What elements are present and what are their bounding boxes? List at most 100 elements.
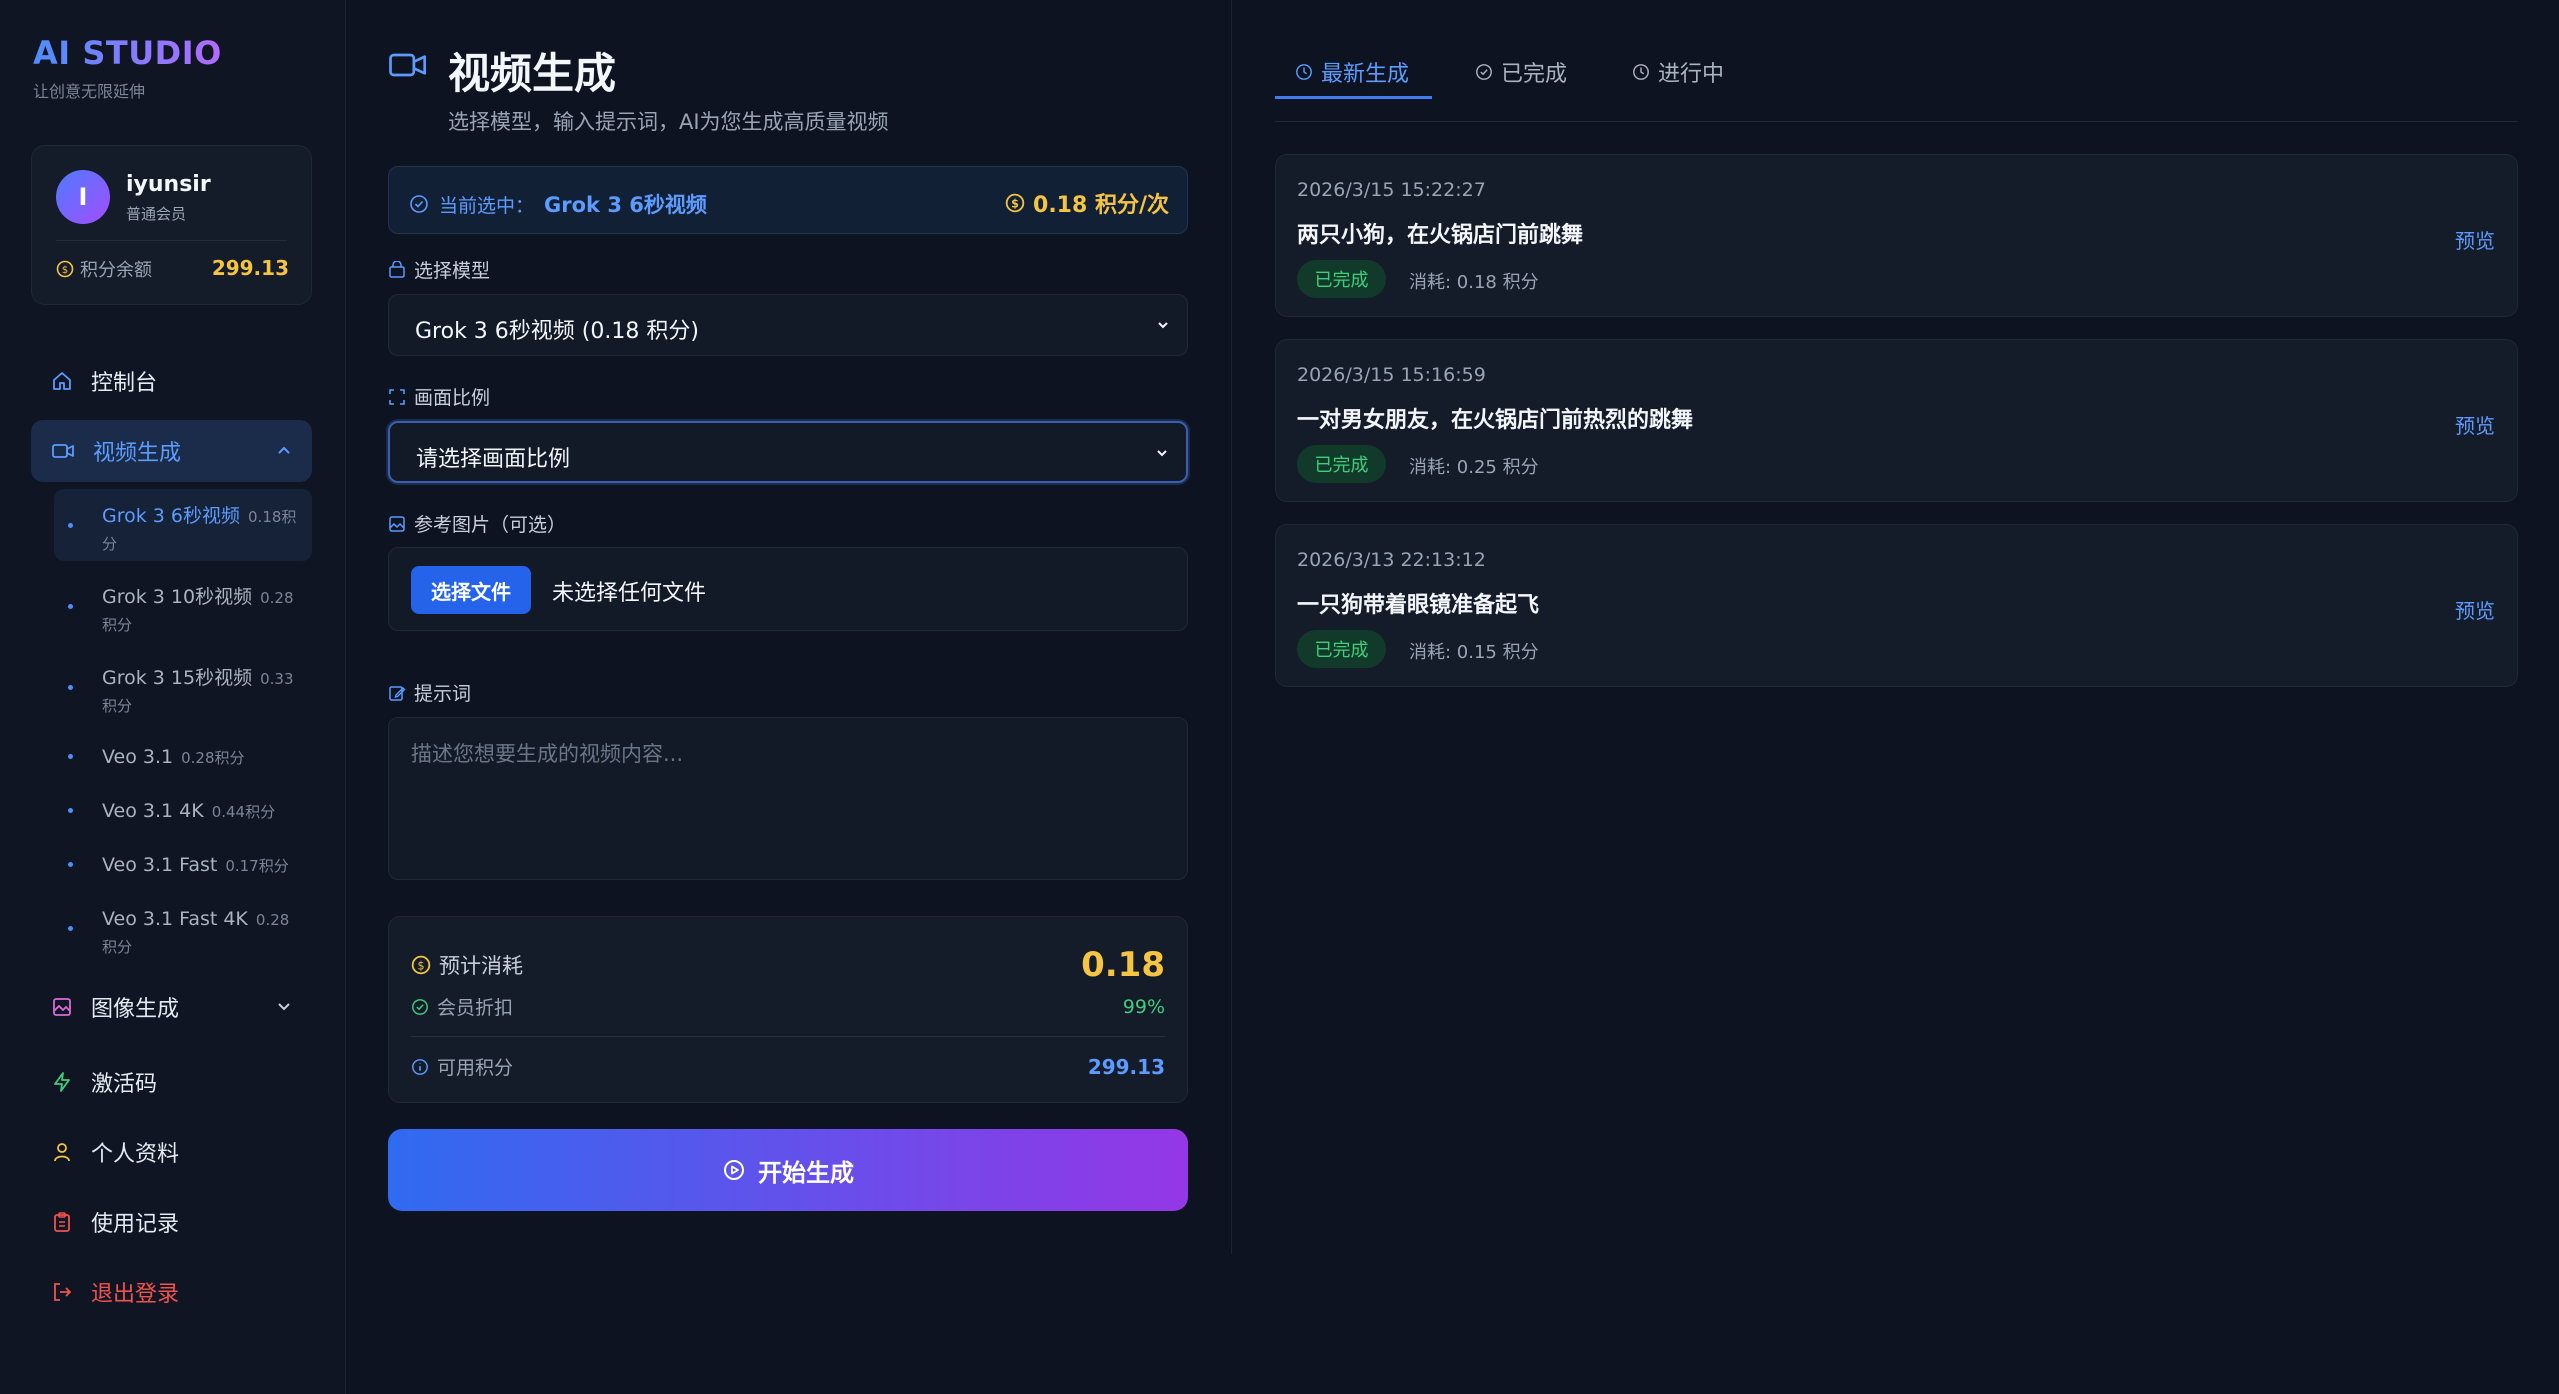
preview-link[interactable]: 预览 (2455, 595, 2495, 624)
history-tabs: 最新生成 已完成 进行中 (1275, 50, 2518, 122)
nav-activation-label: 激活码 (91, 1072, 158, 1097)
nav-logout[interactable]: 退出登录 (31, 1261, 312, 1323)
video-icon (52, 444, 74, 458)
choose-file-button[interactable]: 选择文件 (411, 566, 531, 614)
clipboard-icon (54, 1212, 70, 1232)
submenu-item-cost: 0.17积分 (225, 857, 289, 875)
prompt-textarea[interactable]: 描述您想要生成的视频内容... (388, 717, 1188, 880)
ratio-label: 画面比例 (388, 383, 490, 410)
record-cost: 消耗: 0.18 积分 (1409, 272, 1539, 293)
discount-label: 会员折扣 (437, 997, 514, 1019)
preview-link[interactable]: 预览 (2455, 225, 2495, 254)
user-role: 普通会员 (126, 205, 187, 223)
status-badge: 已完成 (1297, 630, 1386, 668)
tab-latest-label: 最新生成 (1321, 62, 1410, 87)
record-title: 两只小狗，在火锅店门前跳舞 (1297, 223, 1584, 248)
nav-image-label: 图像生成 (91, 997, 180, 1022)
svg-text:$: $ (417, 959, 424, 972)
nav-profile[interactable]: 个人资料 (31, 1121, 312, 1183)
divider (56, 240, 287, 241)
home-icon (53, 372, 71, 390)
avail-value: 299.13 (1087, 1054, 1165, 1079)
balance-value: 299.13 (211, 256, 289, 280)
nav-logout-label: 退出登录 (91, 1282, 180, 1307)
selected-price: $ 0.18 积分/次 (1005, 187, 1169, 219)
nav-video-label: 视频生成 (93, 441, 182, 466)
bullet-icon (68, 523, 73, 528)
generate-button-label: 开始生成 (758, 1158, 854, 1187)
bullet-icon (68, 862, 73, 867)
submenu-item-name: Grok 3 6秒视频 (102, 505, 241, 527)
tab-latest[interactable]: 最新生成 (1295, 56, 1409, 88)
file-status: 未选择任何文件 (552, 581, 707, 606)
brand-title: AI STUDIO (33, 34, 222, 72)
chevron-down-icon (1157, 450, 1167, 457)
submenu-item-veo31-fast-4k[interactable]: Veo 3.1 Fast 4K 0.28积分 (54, 892, 312, 964)
model-select[interactable]: Grok 3 6秒视频 (0.18 积分) (388, 294, 1188, 356)
est-row: $ 预计消耗 0.18 (411, 945, 1165, 985)
status-badge: 已完成 (1297, 260, 1386, 298)
selected-prefix: 当前选中： (439, 194, 535, 217)
submenu-item-veo31[interactable]: Veo 3.1 0.28积分 (54, 730, 312, 782)
submenu-item-name: Grok 3 10秒视频 (102, 586, 253, 608)
nav-history-label: 使用记录 (91, 1212, 180, 1237)
submenu-item-cost: 0.44积分 (211, 803, 276, 821)
info-icon (412, 1058, 428, 1075)
submenu-item-name: Veo 3.1 (102, 746, 174, 768)
generate-button[interactable]: 开始生成 (388, 1129, 1188, 1211)
tab-completed-label: 已完成 (1501, 62, 1568, 87)
model-select-value: Grok 3 6秒视频 (0.18 积分) (415, 319, 699, 344)
tab-in-progress-label: 进行中 (1658, 62, 1725, 87)
discount-row: 会员折扣 99% (411, 993, 1165, 1020)
record-card: 2026/3/13 22:13:12 一只狗带着眼镜准备起飞 已完成 消耗: 0… (1275, 524, 2518, 687)
user-icon (54, 1143, 70, 1162)
balance-label: 积分余额 (80, 260, 152, 281)
ratio-select[interactable]: 请选择画面比例 (388, 421, 1188, 483)
record-time: 2026/3/13 22:13:12 (1297, 549, 1486, 571)
clock-icon (1633, 64, 1649, 80)
record-card: 2026/3/15 15:16:59 一对男女朋友，在火锅店门前热烈的跳舞 已完… (1275, 339, 2518, 502)
submenu-item-veo31-4k[interactable]: Veo 3.1 4K 0.44积分 (54, 784, 312, 836)
model-label: 选择模型 (388, 256, 490, 283)
submenu-item-grok3-6s[interactable]: Grok 3 6秒视频 0.18积分 (54, 489, 312, 561)
submenu-item-veo31-fast[interactable]: Veo 3.1 Fast 0.17积分 (54, 838, 312, 890)
chevron-down-icon (278, 1003, 290, 1011)
nav-history[interactable]: 使用记录 (31, 1191, 312, 1253)
avatar: I (56, 170, 110, 224)
nav-dashboard[interactable]: 控制台 (31, 350, 312, 412)
submenu-item-grok3-10s[interactable]: Grok 3 10秒视频 0.28积分 (54, 570, 312, 642)
preview-link[interactable]: 预览 (2455, 410, 2495, 439)
submenu-item-name: Grok 3 15秒视频 (102, 667, 253, 689)
nav-image[interactable]: 图像生成 (31, 976, 312, 1038)
record-cost: 消耗: 0.15 积分 (1409, 642, 1539, 663)
avail-label: 可用积分 (437, 1057, 514, 1079)
tab-completed[interactable]: 已完成 (1475, 56, 1567, 88)
record-card: 2026/3/15 15:22:27 两只小狗，在火锅店门前跳舞 已完成 消耗:… (1275, 154, 2518, 317)
ratio-select-value: 请选择画面比例 (416, 447, 571, 472)
divider (1231, 0, 1232, 1254)
prompt-placeholder: 描述您想要生成的视频内容... (411, 742, 684, 766)
check-circle-icon (410, 195, 428, 213)
svg-text:$: $ (1011, 197, 1019, 210)
nav-video[interactable]: 视频生成 (31, 420, 312, 482)
coin-icon: $ (56, 260, 74, 278)
file-input: 选择文件 未选择任何文件 (388, 547, 1188, 631)
divider (411, 1036, 1165, 1037)
page-title: 视频生成 (448, 49, 617, 98)
est-label: 预计消耗 (439, 954, 523, 978)
user-card: I iyunsir 普通会员 $ 积分余额 299.13 (31, 145, 312, 305)
image-icon (53, 998, 71, 1016)
record-cost: 消耗: 0.25 积分 (1409, 457, 1539, 478)
nav-activation[interactable]: 激活码 (31, 1051, 312, 1113)
brand: AI STUDIO 让创意无限延伸 (33, 34, 222, 102)
tab-in-progress[interactable]: 进行中 (1632, 56, 1724, 88)
discount-value: 99% (1122, 995, 1165, 1018)
record-time: 2026/3/15 15:16:59 (1297, 364, 1486, 386)
expand-icon (389, 388, 405, 405)
chevron-down-icon (1158, 322, 1168, 329)
chevron-up-icon (278, 446, 290, 454)
bullet-icon (68, 808, 73, 813)
submenu-item-grok3-15s[interactable]: Grok 3 15秒视频 0.33积分 (54, 651, 312, 723)
box-icon (389, 260, 405, 278)
sidebar: AI STUDIO 让创意无限延伸 I iyunsir 普通会员 $ 积分余额 … (0, 0, 346, 1394)
